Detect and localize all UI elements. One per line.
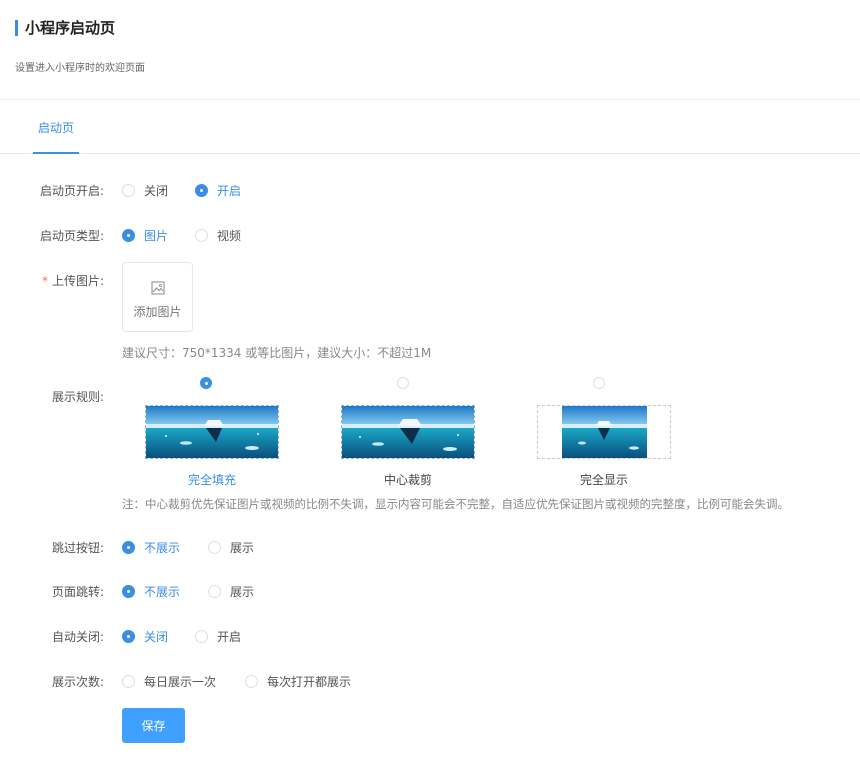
- radio-jump-show[interactable]: 展示: [208, 583, 254, 600]
- radio-label: 开启: [217, 630, 242, 644]
- radio-circle: [195, 630, 208, 643]
- radio-mode-crop[interactable]: [397, 377, 409, 389]
- enable-label: 启动页开启:: [39, 184, 104, 198]
- upload-label-text: 上传图片:: [51, 274, 104, 288]
- radio-label: 关闭: [144, 184, 169, 198]
- preview-fill-image: [146, 406, 278, 458]
- radio-circle: [195, 229, 208, 242]
- preview-crop-image: [342, 406, 474, 458]
- upload-hint: 建议尺寸：750*1334 或等比图片，建议大小：不超过1M: [122, 346, 432, 360]
- title-accent-bar: [15, 20, 18, 36]
- radio-circle: [245, 675, 258, 688]
- page-header: 小程序启动页 设置进入小程序时的欢迎页面: [0, 0, 860, 100]
- tab-bar: 启动页: [0, 101, 860, 154]
- tab-splash[interactable]: 启动页: [33, 119, 79, 154]
- save-button[interactable]: 保存: [122, 708, 185, 743]
- radio-skip-hide[interactable]: 不展示: [122, 539, 180, 556]
- radio-label: 开启: [217, 184, 242, 198]
- radio-jump-hide[interactable]: 不展示: [122, 583, 180, 600]
- upload-button-text: 添加图片: [133, 305, 182, 319]
- type-label: 启动页类型:: [39, 229, 104, 243]
- radio-enable-on[interactable]: 开启: [195, 182, 241, 199]
- page-subtitle: 设置进入小程序时的欢迎页面: [15, 63, 145, 74]
- radio-circle: [122, 229, 135, 242]
- radio-circle: [208, 541, 221, 554]
- radio-label: 展示: [230, 541, 255, 555]
- radio-label: 每次打开都展示: [267, 675, 352, 689]
- upload-image-button[interactable]: 添加图片: [122, 262, 193, 332]
- auto-close-label: 自动关闭:: [51, 630, 104, 644]
- radio-circle: [122, 541, 135, 554]
- radio-label: 关闭: [144, 630, 169, 644]
- radio-type-video[interactable]: 视频: [195, 227, 241, 244]
- preview-fit[interactable]: [537, 405, 671, 459]
- radio-type-image[interactable]: 图片: [122, 227, 168, 244]
- preview-fill[interactable]: [145, 405, 279, 459]
- mode-crop-label: 中心裁剪: [383, 473, 432, 487]
- image-icon: [151, 281, 165, 295]
- radio-circle: [122, 630, 135, 643]
- radio-label: 展示: [230, 585, 255, 599]
- preview-fit-image: [562, 406, 647, 458]
- mode-fill-label: 完全填充: [187, 473, 236, 487]
- radio-mode-fill[interactable]: [200, 377, 212, 389]
- radio-label: 图片: [144, 229, 169, 243]
- radio-skip-show[interactable]: 展示: [208, 539, 254, 556]
- radio-enable-off[interactable]: 关闭: [122, 182, 168, 199]
- radio-mode-fit[interactable]: [593, 377, 605, 389]
- radio-circle: [122, 184, 135, 197]
- page-title: 小程序启动页: [25, 19, 116, 37]
- tab-active-indicator: [33, 152, 79, 154]
- radio-label: 不展示: [144, 541, 181, 555]
- mode-fit-label: 完全显示: [579, 473, 628, 487]
- radio-count-every-open[interactable]: 每次打开都展示: [245, 673, 351, 690]
- required-mark: *: [41, 274, 48, 288]
- upload-label: * 上传图片:: [0, 272, 104, 289]
- preview-crop[interactable]: [341, 405, 475, 459]
- radio-label: 不展示: [144, 585, 181, 599]
- radio-autoclose-on[interactable]: 开启: [195, 628, 241, 645]
- skip-button-label: 跳过按钮:: [51, 541, 104, 555]
- radio-circle: [208, 585, 221, 598]
- radio-circle: [122, 585, 135, 598]
- page-jump-label: 页面跳转:: [51, 585, 104, 599]
- radio-circle: [122, 675, 135, 688]
- radio-autoclose-off[interactable]: 关闭: [122, 628, 168, 645]
- show-count-label: 展示次数:: [51, 675, 104, 689]
- display-rule-label: 展示规则:: [51, 390, 104, 404]
- radio-circle: [195, 184, 208, 197]
- display-rule-note: 注：中心裁剪优先保证图片或视频的比例不失调，显示内容可能会不完整，自适应优先保证…: [122, 497, 789, 511]
- radio-label: 视频: [217, 229, 242, 243]
- radio-count-daily[interactable]: 每日展示一次: [122, 673, 216, 690]
- radio-label: 每日展示一次: [144, 675, 217, 689]
